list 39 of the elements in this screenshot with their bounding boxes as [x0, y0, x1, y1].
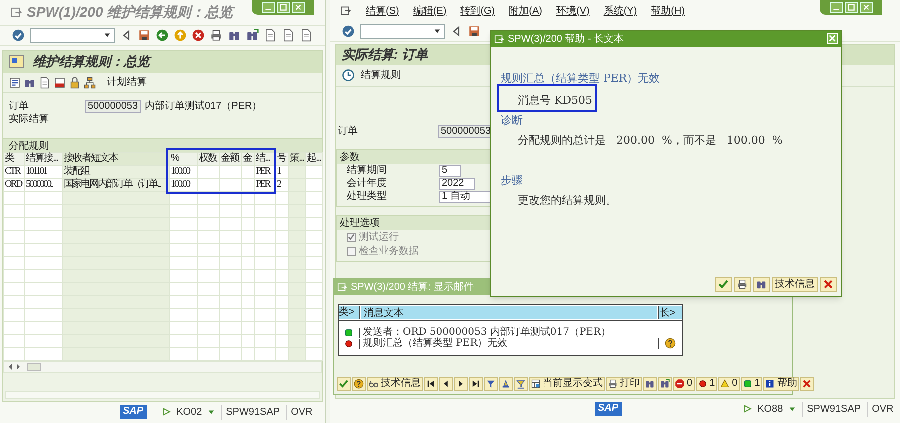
help-text: 更改您的结算规则。 [517, 193, 618, 209]
field-label: 处理类型 [347, 190, 388, 204]
message-number: 消息号 KD505 [518, 93, 593, 109]
field-label: 结算期间 [347, 164, 388, 178]
table-cell: ORD [4, 178, 24, 192]
table-cell: 100.00 [170, 166, 198, 178]
checkbox-label: 检查业务数据 [359, 244, 419, 258]
section-heading: 步骤 [501, 173, 524, 189]
group-title: 参数 [340, 152, 360, 163]
sap-logo: SAP [595, 402, 622, 416]
table-cell: 100.00 [170, 178, 198, 192]
section-heading: 规则汇总（结算类型 PER）无效 [501, 71, 662, 87]
screen-title: 实际结算: 订单 [342, 46, 428, 64]
table-cell: 装配组 [62, 166, 170, 178]
group-title: 处理选项 [340, 218, 380, 229]
help-text: 分配规则的总计是 200.00 %，而不是 100.00 % [517, 133, 784, 149]
screen-title: 维护结算规则：总览 [33, 53, 150, 72]
order-field: 500000053 [85, 100, 141, 112]
field-label: 订单 [338, 124, 359, 138]
window-title: SPW(1)/200 维护结算规则：总览 [27, 3, 234, 22]
transaction-code: KO88 [758, 402, 784, 416]
table-cell: PER [254, 178, 276, 192]
transaction-code: KO02 [176, 406, 202, 420]
field-label: 订单 [9, 100, 30, 114]
sap-logo: SAP [120, 405, 147, 419]
server-name: SPW91SAP [802, 402, 862, 416]
dialog-title: SPW(3)/200 帮助 - 长文本 [508, 32, 624, 46]
table-title: 分配规则 [3, 138, 322, 152]
field-label: 会计年度 [347, 176, 388, 190]
order-description: 内部订单测试017（PER） [145, 100, 262, 114]
input-mode: OVR [867, 402, 894, 416]
input-mode: OVR [286, 404, 313, 420]
mode-label: 实际结算 [9, 113, 50, 127]
dialog-title: SPW(3)/200 结算: 显示邮件 [351, 280, 474, 294]
table-cell: PER [254, 166, 276, 178]
server-name: SPW91SAP [221, 404, 280, 420]
checkbox-label: 测试运行 [359, 230, 399, 244]
table-cell: CTR [4, 166, 24, 178]
table-cell: 国家电网内部订单（订单... [62, 178, 170, 192]
